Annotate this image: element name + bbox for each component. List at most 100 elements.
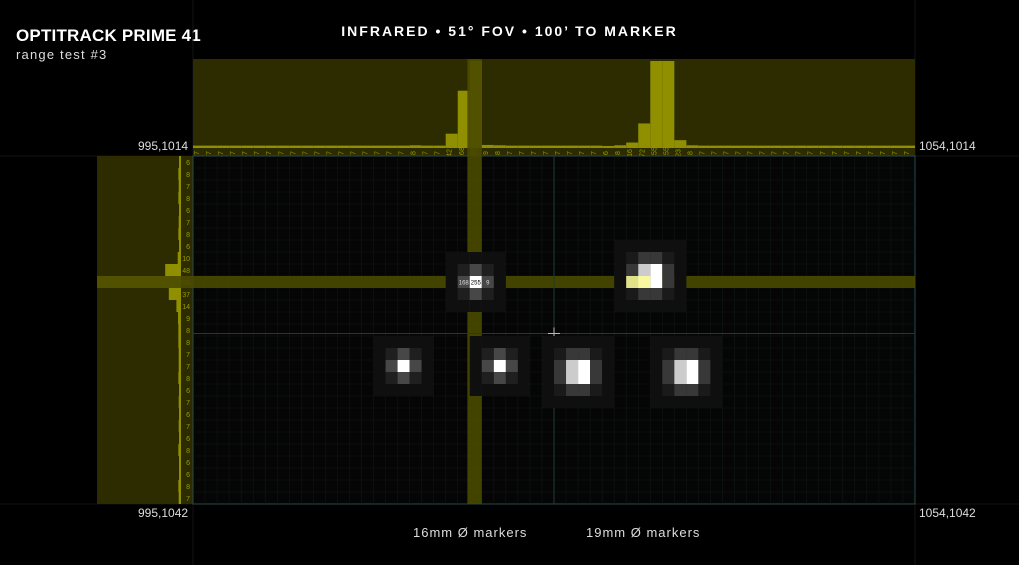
row-profile-bar (179, 456, 181, 468)
marker-pixel (541, 396, 554, 408)
marker-pixel (493, 348, 506, 360)
marker-pixel (481, 384, 494, 396)
column-profile-bar (241, 145, 254, 148)
marker-pixel (493, 336, 506, 348)
column-profile-bar (229, 145, 242, 148)
marker-pixel (590, 372, 603, 384)
row-profile-value: 7 (186, 364, 190, 371)
marker-pixel (686, 372, 699, 384)
marker-pixel (662, 240, 675, 252)
row-profile-value: 6 (186, 244, 190, 251)
marker-pixel (541, 348, 554, 360)
marker-pixel (409, 336, 422, 348)
marker-pixel (469, 300, 482, 312)
marker-pixel (710, 336, 723, 348)
column-profile-bar (794, 145, 807, 148)
column-profile-bar (878, 145, 891, 148)
marker-pixel (638, 264, 651, 276)
marker-pixel (373, 348, 386, 360)
marker-pixel (602, 372, 615, 384)
marker-pixel (614, 276, 627, 288)
column-profile-bar (650, 61, 663, 148)
selected-row-band[interactable] (97, 276, 915, 288)
marker-pixel (662, 372, 675, 384)
column-profile-value: 7 (519, 151, 526, 155)
marker-pixel (662, 396, 675, 408)
marker-pixel (481, 348, 494, 360)
marker-pixel (493, 264, 506, 276)
marker-pixel (626, 300, 639, 312)
column-profile-value: 7 (820, 151, 827, 155)
marker-pixel (578, 336, 591, 348)
column-profile-value: 7 (736, 151, 743, 155)
marker-pixel (578, 348, 591, 360)
row-profile-bar (179, 204, 181, 216)
row-profile-value: 7 (186, 424, 190, 431)
column-profile-value: 7 (531, 151, 538, 155)
column-profile-bar (902, 145, 915, 148)
marker-pixel (493, 372, 506, 384)
marker-pixel (662, 252, 675, 264)
row-profile-value: 6 (186, 388, 190, 395)
marker-pixel (541, 336, 554, 348)
marker-pixel (686, 360, 699, 372)
column-profile-bar (686, 145, 699, 148)
row-profile-bar (178, 324, 181, 336)
marker-pixel (505, 360, 518, 372)
column-profile-bar (698, 145, 711, 148)
marker-pixel (469, 288, 482, 300)
row-profile-value: 8 (186, 196, 190, 203)
marker-pixel (674, 288, 687, 300)
row-profile-value: 48 (182, 268, 190, 275)
marker-pixel (385, 360, 398, 372)
column-profile-value: 7 (350, 151, 357, 155)
marker-pixel (493, 252, 506, 264)
row-profile-bar (177, 252, 181, 264)
column-profile-value: 9 (483, 151, 490, 155)
marker-pixel (469, 264, 482, 276)
marker-pixel (566, 336, 579, 348)
marker-pixel (505, 348, 518, 360)
marker-pixel (710, 348, 723, 360)
marker-pixel (578, 384, 591, 396)
marker-pixel (385, 384, 398, 396)
marker-pixel (662, 288, 675, 300)
row-profile-bar (178, 312, 181, 324)
row-profile-value: 10 (182, 256, 190, 263)
column-profile-value: 8 (495, 151, 502, 155)
row-profile-bar (178, 228, 181, 240)
marker-pixel (517, 372, 530, 384)
marker-pixel (469, 348, 482, 360)
column-profile-bar (806, 145, 819, 148)
row-profile-bar (178, 192, 181, 204)
marker-pixel (409, 348, 422, 360)
row-profile-bar (179, 432, 181, 444)
marker-pixel (554, 336, 567, 348)
column-profile-bar (830, 145, 843, 148)
marker-pixel (698, 348, 711, 360)
marker-pixel (650, 252, 663, 264)
marker-pixel (566, 348, 579, 360)
marker-pixel (566, 360, 579, 372)
marker-pixel (662, 264, 675, 276)
marker-pixel (481, 300, 494, 312)
column-profile-value: 7 (435, 151, 442, 155)
row-profile-bar (179, 240, 181, 252)
marker-pixel (517, 336, 530, 348)
marker-pixel (566, 372, 579, 384)
row-profile-value: 14 (182, 304, 190, 311)
marker-pixel (481, 360, 494, 372)
column-profile-value: 7 (832, 151, 839, 155)
column-profile-bar (614, 145, 627, 148)
marker-pixel (650, 264, 663, 276)
column-profile-bar (193, 145, 206, 148)
marker-pixel (602, 396, 615, 408)
row-profile-value: 7 (186, 184, 190, 191)
marker-pixel (638, 288, 651, 300)
column-profile-value: 7 (375, 151, 382, 155)
column-profile-bar (265, 145, 278, 148)
sensor-visualization[interactable]: 7777777777777777778774216825598777777776… (0, 0, 1019, 565)
column-profile-bar (517, 145, 530, 148)
marker-pixel (662, 276, 675, 288)
marker-pixel (710, 372, 723, 384)
